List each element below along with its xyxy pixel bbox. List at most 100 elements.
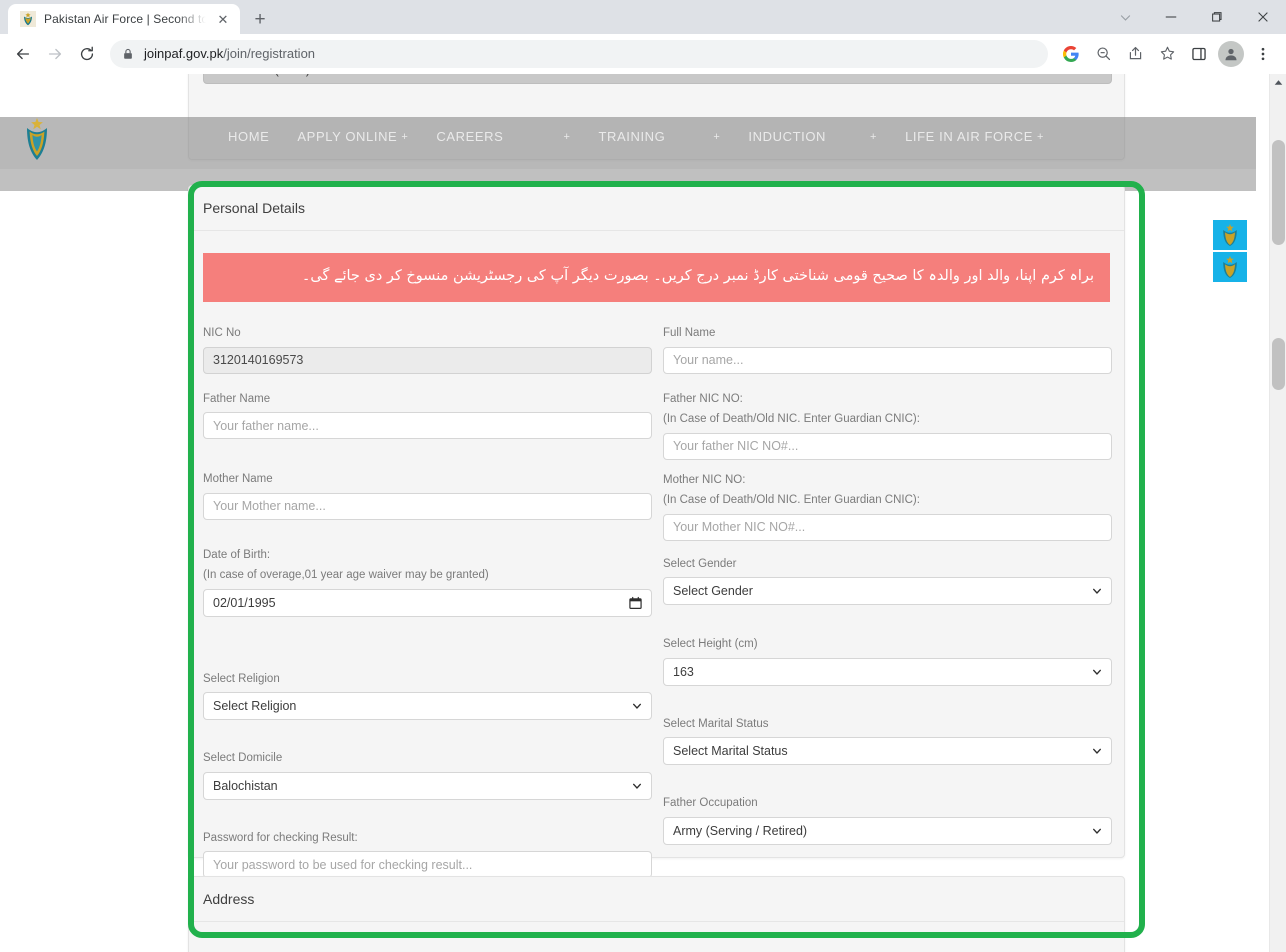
plus-icon: + [563,130,571,143]
password-input[interactable]: Your password to be used for checking re… [203,851,652,879]
field-full-name: Full Name Your name... [663,326,1112,374]
password-label: Password for checking Result: [203,831,358,844]
password-placeholder: Your password to be used for checking re… [213,857,473,872]
field-password: Password for checking Result: Your passw… [203,831,652,879]
divider [189,921,1124,922]
full-name-placeholder: Your name... [673,353,744,368]
website-content: Select Branch EDU INST (ENG) [0,74,1269,952]
marital-status-label: Select Marital Status [663,717,769,730]
share-icon[interactable] [1120,39,1150,69]
paf-shortcut-top[interactable] [1213,220,1247,250]
back-arrow-icon[interactable] [8,39,38,69]
select-branch-value: EDU INST (ENG) [213,74,310,77]
height-label: Select Height (cm) [663,638,758,651]
nav-item-careers[interactable]: CAREERS [436,129,503,144]
browser-tab[interactable]: Pakistan Air Force | Second to No ✕ [8,4,240,34]
side-panel-icon[interactable] [1184,39,1214,69]
religion-value: Select Religion [213,699,297,714]
scrollbar-thumb-secondary[interactable] [1272,338,1285,390]
paf-crest-logo[interactable] [22,116,52,166]
height-value: 163 [673,664,694,679]
date-of-birth-sublabel: (In case of overage,01 year age waiver m… [203,569,489,582]
mother-name-label: Mother Name [203,473,273,486]
father-occupation-label: Father Occupation [663,797,758,810]
religion-dropdown[interactable]: Select Religion [203,692,652,721]
marital-status-dropdown[interactable]: Select Marital Status [663,737,1112,766]
full-name-label: Full Name [663,327,716,339]
forward-arrow-icon[interactable] [40,39,70,69]
height-dropdown[interactable]: 163 [663,657,1112,686]
scrollbar-thumb[interactable] [1272,140,1285,245]
nav-item-apply-online[interactable]: APPLY ONLINE [297,129,397,144]
chrome-menu-icon[interactable] [1248,39,1278,69]
toolbar-right-icons [1056,39,1278,69]
scroll-up-arrow-icon[interactable] [1270,74,1286,91]
father-name-input[interactable]: Your father name... [203,412,652,440]
close-icon[interactable]: ✕ [214,10,232,28]
new-tab-button[interactable]: + [246,5,274,33]
field-gender: Select Gender Select Gender [663,557,1112,606]
field-father-occupation: Father Occupation Army (Serving / Retire… [663,796,1112,845]
plus-icon: + [713,130,721,143]
paf-shortcut-bottom[interactable] [1213,252,1247,282]
url-path: /join/registration [223,46,316,61]
browser-toolbar: joinpaf.gov.pk/join/registration [0,34,1286,74]
page-scrollbar[interactable] [1269,74,1286,952]
mother-nic-sublabel: (In Case of Death/Old NIC. Enter Guardia… [663,494,920,507]
mother-nic-input[interactable]: Your Mother NIC NO#... [663,513,1112,541]
gender-label: Select Gender [663,557,737,570]
chevron-down-icon [1092,74,1102,75]
zoom-out-icon[interactable] [1088,39,1118,69]
maximize-button[interactable] [1194,0,1240,34]
paf-crest-icon [1220,223,1240,247]
nav-item-training[interactable]: TRAINING [598,129,665,144]
reload-icon[interactable] [72,39,102,69]
avatar [1218,40,1244,67]
nic-no-label: NIC No [203,327,241,339]
date-of-birth-value: 02/01/1995 [213,595,276,610]
tab-search-button[interactable] [1102,0,1148,34]
google-search-icon[interactable] [1056,39,1086,69]
chevron-down-icon [632,701,642,711]
field-mother-name: Mother Name Your Mother name... [203,472,652,520]
father-nic-label: Father NIC NO: [663,392,743,405]
father-nic-placeholder: Your father NIC NO#... [673,439,799,454]
plus-icon: + [401,130,409,143]
plus-icon: + [1037,130,1045,143]
nav-item-induction[interactable]: INDUCTION [748,129,826,144]
father-occupation-dropdown[interactable]: Army (Serving / Retired) [663,816,1112,845]
urdu-warning-banner: براہ کرم اپنا، والد اور والدہ کا صحیح قو… [203,253,1110,303]
nav-item-home[interactable]: HOME [228,129,269,144]
chevron-down-icon [632,781,642,791]
tab-title: Pakistan Air Force | Second to No [44,12,206,26]
page-title: Personal Details [203,200,305,216]
browser-window: Pakistan Air Force | Second to No ✕ + [0,0,1286,952]
chevron-down-icon [1092,667,1102,677]
date-of-birth-input[interactable]: 02/01/1995 [203,588,652,617]
gender-dropdown[interactable]: Select Gender [663,577,1112,606]
select-branch-dropdown[interactable]: EDU INST (ENG) [203,74,1112,84]
site-nav-items: HOME APPLY ONLINE + CAREERS + TRAINING +… [228,129,1048,144]
field-father-name: Father Name Your father name... [203,392,652,440]
domicile-dropdown[interactable]: Balochistan [203,771,652,800]
nic-no-input[interactable]: 3120140169573 [203,346,652,374]
bookmark-star-icon[interactable] [1152,39,1182,69]
address-card: Address Select Province Select District [188,876,1125,952]
field-religion: Select Religion Select Religion [203,672,652,721]
tab-strip: Pakistan Air Force | Second to No ✕ + [0,4,274,34]
full-name-input[interactable]: Your name... [663,346,1112,374]
mother-name-input[interactable]: Your Mother name... [203,492,652,520]
father-occupation-value: Army (Serving / Retired) [673,823,808,838]
minimize-button[interactable] [1148,0,1194,34]
profile-avatar-icon[interactable] [1216,39,1246,69]
father-nic-input[interactable]: Your father NIC NO#... [663,432,1112,460]
personal-details-card: Personal Details براہ کرم اپنا، والد اور… [188,185,1125,879]
floating-shortcuts [1213,220,1247,284]
father-name-placeholder: Your father name... [213,418,319,433]
address-bar[interactable]: joinpaf.gov.pk/join/registration [110,39,1048,68]
url-domain: joinpaf.gov.pk [144,46,224,61]
paf-crest-icon [20,11,36,27]
calendar-icon[interactable] [629,596,642,609]
close-window-button[interactable] [1240,0,1286,34]
nav-item-life-in-air-force[interactable]: LIFE IN AIR FORCE [905,129,1033,144]
